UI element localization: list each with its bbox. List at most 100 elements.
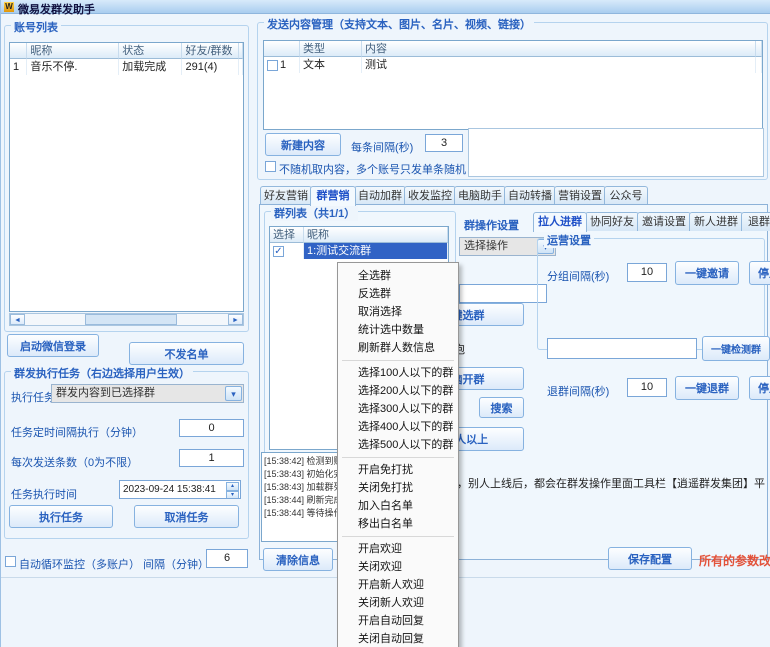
one-key-invite-button[interactable]: 一键邀请: [675, 261, 739, 285]
quit-interval-label: 退群间隔(秒): [547, 383, 609, 399]
quit-interval-input[interactable]: 10: [627, 378, 667, 397]
quit-stop-button[interactable]: 停止: [749, 376, 770, 400]
grouplist-row-checkbox[interactable]: ✓: [273, 246, 284, 257]
app-icon: W: [4, 2, 14, 12]
tab-coop-friends[interactable]: 协同好友: [585, 212, 639, 231]
menu-item[interactable]: 选择400人以下的群: [338, 418, 458, 436]
tab-invite-settings[interactable]: 邀请设置: [637, 212, 691, 231]
accounts-table[interactable]: 昵称 状态 好友/群数 1 音乐不停. 加载完成 291(4): [9, 42, 244, 312]
menu-item[interactable]: 关闭欢迎: [338, 558, 458, 576]
tab-pc-helper[interactable]: 电脑助手: [454, 186, 506, 205]
table-row[interactable]: ✓ 1:测试交流群: [270, 243, 448, 259]
group-filter-input[interactable]: [459, 284, 547, 303]
check-group-input[interactable]: [547, 338, 697, 359]
menu-item[interactable]: 开启免打扰: [338, 461, 458, 479]
table-row[interactable]: 1 文本 测试: [264, 57, 762, 73]
one-key-quit-button[interactable]: 一键退群: [675, 376, 739, 400]
content-header-seq: [264, 41, 300, 57]
account-spacer: [239, 59, 243, 75]
menu-item[interactable]: 取消选择: [338, 303, 458, 321]
content-row-seq-text: 1: [280, 57, 286, 73]
account-status: 加载完成: [119, 59, 182, 75]
content-table[interactable]: 类型 内容 1 文本 测试: [263, 40, 763, 130]
invite-groupbox: 运营设置: [537, 238, 765, 350]
accounts-hscrollbar[interactable]: ◄ ►: [9, 313, 244, 326]
scrollbar-thumb[interactable]: [85, 314, 177, 325]
group-op-value: 选择操作: [464, 240, 508, 252]
run-task-button[interactable]: 执行任务: [9, 505, 113, 528]
title-bar[interactable]: W 微易发群发助手: [1, 0, 770, 14]
task-interval-input[interactable]: 0: [179, 419, 244, 437]
content-row-type: 文本: [300, 57, 362, 73]
menu-item[interactable]: 选择500人以下的群: [338, 436, 458, 454]
tab-auto-join-group[interactable]: 自动加群: [354, 186, 406, 205]
random-checkbox[interactable]: [265, 161, 276, 172]
cancel-task-button[interactable]: 取消任务: [134, 505, 239, 528]
menu-item[interactable]: 选择100人以下的群: [338, 364, 458, 382]
exec-task-select[interactable]: 群发内容到已选择群 ▾: [51, 384, 244, 403]
tab-marketing-settings[interactable]: 营销设置: [554, 186, 606, 205]
menu-item[interactable]: 全选群: [338, 267, 458, 285]
window-title: 微易发群发助手: [18, 1, 95, 17]
tab-invite-to-group[interactable]: 拉人进群: [533, 212, 587, 232]
check-group-button[interactable]: 一键检测群: [702, 336, 770, 361]
task-time-label: 任务执行时间: [11, 486, 77, 502]
no-send-list-button[interactable]: 不发名单: [129, 342, 244, 365]
tab-quit-group[interactable]: 退群: [741, 212, 770, 231]
menu-item[interactable]: 关闭新人欢迎: [338, 594, 458, 612]
search-button[interactable]: 搜索: [479, 397, 524, 418]
tab-group-marketing[interactable]: 群营销: [310, 186, 356, 206]
chevron-down-icon[interactable]: ▾: [225, 386, 242, 401]
content-group-label: 发送内容管理（支持文本、图片、名片、视频、链接）: [264, 16, 534, 32]
random-label: 不随机取内容，多个账号只发单条随机: [279, 161, 466, 177]
table-row[interactable]: 1 音乐不停. 加载完成 291(4): [10, 59, 243, 75]
menu-item[interactable]: 选择200人以下的群: [338, 382, 458, 400]
tab-official-account[interactable]: 公众号: [604, 186, 648, 205]
spin-up-icon[interactable]: ▴: [226, 482, 239, 491]
time-spinner[interactable]: ▴ ▾: [226, 482, 239, 497]
menu-item[interactable]: 关闭自动回复: [338, 630, 458, 647]
accounts-header-nick: 昵称: [27, 43, 119, 59]
grouplist-header-row: 选择 昵称: [270, 227, 448, 243]
content-interval-input[interactable]: 3: [425, 134, 463, 152]
menu-item[interactable]: 反选群: [338, 285, 458, 303]
group-context-menu: 全选群 反选群 取消选择 统计选中数量 刷新群人数信息 选择100人以下的群 选…: [337, 262, 459, 647]
tab-newcomer[interactable]: 新人进群: [689, 212, 743, 231]
spin-down-icon[interactable]: ▾: [226, 491, 239, 499]
content-preview-box[interactable]: [468, 128, 764, 177]
monitor-interval-input[interactable]: 6: [206, 549, 248, 568]
menu-item[interactable]: 刷新群人数信息: [338, 339, 458, 357]
clear-log-button[interactable]: 清除信息: [263, 548, 333, 571]
invite-interval-label: 分组间隔(秒): [547, 268, 609, 284]
tab-auto-forward[interactable]: 自动转播: [504, 186, 556, 205]
arrow-left-icon[interactable]: ◄: [10, 314, 25, 325]
login-wechat-button[interactable]: 启动微信登录: [7, 334, 99, 357]
tab-monitor[interactable]: 收发监控: [404, 186, 456, 205]
send-count-input[interactable]: 1: [179, 449, 244, 467]
content-header-spacer: [756, 41, 762, 57]
menu-item[interactable]: 选择300人以下的群: [338, 400, 458, 418]
arrow-right-icon[interactable]: ►: [228, 314, 243, 325]
menu-separator: [342, 360, 454, 361]
content-row-spacer: [756, 57, 762, 73]
menu-item[interactable]: 加入白名单: [338, 497, 458, 515]
accounts-header-spacer: [239, 43, 243, 59]
menu-item[interactable]: 统计选中数量: [338, 321, 458, 339]
menu-item[interactable]: 开启新人欢迎: [338, 576, 458, 594]
content-header-type: 类型: [300, 41, 362, 57]
grouplist-row-checkcell: ✓: [270, 243, 304, 259]
monitor-checkbox[interactable]: [5, 556, 16, 567]
menu-item[interactable]: 关闭免打扰: [338, 479, 458, 497]
content-row-checkbox[interactable]: [267, 60, 278, 71]
content-row-seq: 1: [264, 57, 300, 73]
task-time-input[interactable]: 2023-09-24 15:38:41 ▴ ▾: [119, 480, 241, 499]
menu-item[interactable]: 移出白名单: [338, 515, 458, 533]
invite-interval-input[interactable]: 10: [627, 263, 667, 282]
new-content-button[interactable]: 新建内容: [265, 133, 341, 156]
tab-friend-marketing[interactable]: 好友营销: [260, 186, 312, 205]
save-config-button[interactable]: 保存配置: [608, 547, 692, 570]
task-interval-label: 任务定时间隔执行（分钟）: [11, 424, 143, 440]
invite-stop-button[interactable]: 停止: [749, 261, 770, 285]
menu-item[interactable]: 开启欢迎: [338, 540, 458, 558]
menu-item[interactable]: 开启自动回复: [338, 612, 458, 630]
